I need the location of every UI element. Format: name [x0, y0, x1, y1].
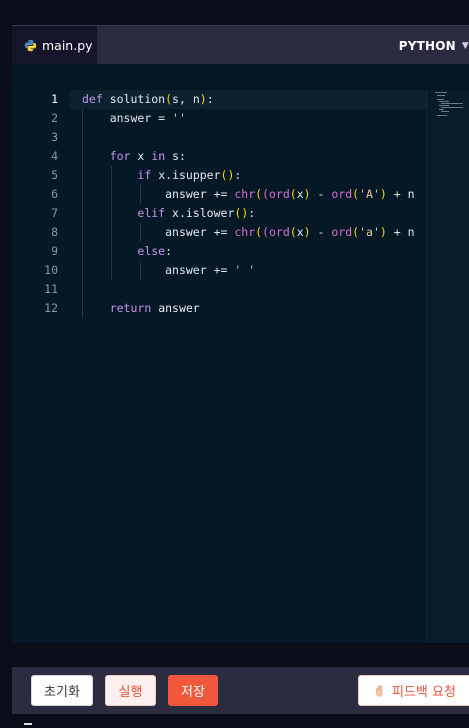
minimap-line — [435, 92, 447, 93]
feedback-request-button[interactable]: 피드백 요청 — [358, 675, 469, 706]
line-number: 12 — [44, 301, 58, 315]
run-button[interactable]: 실행 — [105, 675, 156, 706]
language-label: PYTHON — [398, 38, 456, 53]
chevron-down-icon: ▼ — [461, 40, 469, 51]
minimap-line — [441, 103, 463, 104]
editor-tabbar: main.py PYTHON ▼ — [12, 25, 469, 65]
minimap-line — [437, 115, 447, 116]
language-select[interactable]: PYTHON ▼ — [399, 26, 469, 65]
minimap-line — [437, 95, 445, 96]
minimap-line — [439, 101, 449, 102]
action-bar: 초기화 실행 저장 피드백 요청 — [12, 667, 469, 714]
line-number: 10 — [44, 263, 58, 277]
code-line: answer += chr((ord(x) - ord('a') + n — [165, 225, 415, 239]
hand-icon — [373, 684, 387, 698]
reset-button[interactable]: 초기화 — [31, 675, 93, 706]
line-number: 8 — [51, 225, 58, 239]
line-number: 7 — [51, 206, 58, 220]
editor-bottom-bar — [12, 643, 469, 667]
bottom-strip — [0, 714, 469, 728]
line-number: 6 — [51, 187, 58, 201]
top-strip — [0, 0, 469, 25]
line-number: 4 — [51, 149, 58, 163]
code-line: else: — [137, 244, 173, 258]
line-number: 9 — [51, 244, 58, 258]
code-line: if x.isupper(): — [137, 168, 242, 182]
minimap-line — [437, 99, 444, 100]
code-line: def solution(s, n): — [82, 92, 214, 106]
tab-label: main.py — [42, 38, 93, 53]
code-line: return answer — [109, 301, 200, 315]
code-line: answer = '' — [109, 111, 186, 125]
minimap-line — [441, 107, 463, 108]
code-line: elif x.islower(): — [137, 206, 256, 220]
minimap-line — [439, 109, 444, 110]
code-editor[interactable]: 1 2 3 4 5 6 7 8 9 10 11 12 def solution(… — [12, 90, 469, 643]
text-cursor — [24, 723, 32, 725]
python-icon — [24, 39, 37, 52]
line-number: 3 — [51, 130, 58, 144]
code-line: answer += ' ' — [165, 263, 256, 277]
line-number: 2 — [51, 111, 58, 125]
line-number: 1 — [51, 92, 58, 106]
feedback-label: 피드백 요청 — [392, 685, 456, 700]
left-strip — [0, 25, 12, 728]
code-area[interactable]: def solution(s, n): answer = '' for x in… — [70, 90, 426, 643]
code-line: for x in s: — [109, 149, 186, 163]
tab-main-py[interactable]: main.py — [12, 26, 97, 65]
code-line: answer += chr((ord(x) - ord('A') + n — [165, 187, 415, 201]
line-number: 5 — [51, 168, 58, 182]
minimap[interactable] — [426, 90, 469, 643]
line-number: 11 — [44, 282, 58, 296]
editor-top-padding — [12, 64, 469, 90]
minimap-line — [441, 111, 449, 112]
minimap-line — [439, 105, 449, 106]
save-button[interactable]: 저장 — [168, 675, 218, 706]
line-number-gutter: 1 2 3 4 5 6 7 8 9 10 11 12 — [12, 90, 70, 643]
